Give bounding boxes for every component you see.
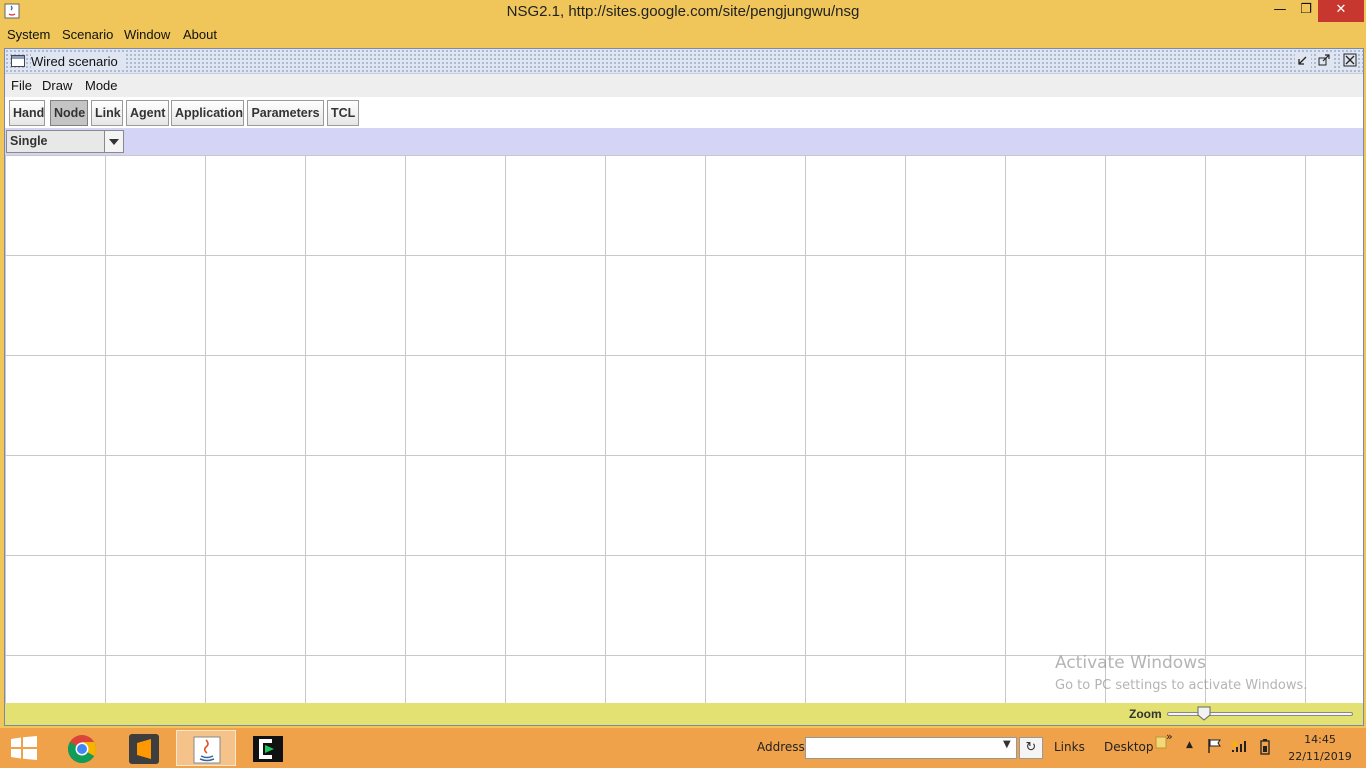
frame-title-bar: Wired scenario bbox=[5, 49, 1363, 74]
wired-scenario-frame: Wired scenario File Draw Mode Hand Node … bbox=[4, 48, 1364, 726]
refresh-icon[interactable]: ↻ bbox=[1019, 737, 1043, 759]
menu-about[interactable]: About bbox=[183, 27, 217, 42]
maximize-icon[interactable] bbox=[1316, 53, 1332, 69]
restore-button[interactable]: ❐ bbox=[1292, 0, 1320, 22]
activation-watermark: Activate Windows Go to PC settings to ac… bbox=[1055, 653, 1307, 693]
clock-time[interactable]: 14:45 bbox=[1300, 733, 1340, 746]
menu-window[interactable]: Window bbox=[124, 27, 170, 42]
frame-icon bbox=[11, 55, 25, 67]
battery-icon[interactable] bbox=[1259, 738, 1271, 758]
iconify-icon[interactable] bbox=[1295, 53, 1311, 69]
frame-title: Wired scenario bbox=[31, 54, 124, 69]
application-tool-button[interactable]: Application bbox=[171, 100, 244, 126]
taskbar-terminal[interactable] bbox=[238, 730, 298, 766]
menu-draw[interactable]: Draw bbox=[42, 78, 72, 93]
drawing-canvas[interactable] bbox=[5, 155, 1363, 703]
menu-system[interactable]: System bbox=[7, 27, 50, 42]
terminal-icon bbox=[253, 736, 283, 762]
taskbar-chrome[interactable] bbox=[52, 730, 112, 766]
network-signal-icon[interactable] bbox=[1230, 738, 1248, 758]
agent-tool-button[interactable]: Agent bbox=[126, 100, 169, 126]
taskbar-sublime[interactable] bbox=[114, 730, 174, 766]
sublime-text-icon bbox=[129, 734, 159, 764]
watermark-subtitle: Go to PC settings to activate Windows. bbox=[1055, 678, 1308, 693]
zoom-label: Zoom bbox=[1129, 707, 1162, 721]
frame-menu-bar: File Draw Mode bbox=[5, 75, 1363, 97]
taskbar-java[interactable] bbox=[176, 730, 236, 766]
main-menu-bar: System Scenario Window About bbox=[0, 24, 1366, 46]
address-dropdown-icon[interactable]: ▼ bbox=[1003, 739, 1011, 750]
parameters-tool-button[interactable]: Parameters bbox=[247, 100, 324, 126]
show-hidden-icons[interactable]: ▲ bbox=[1186, 740, 1193, 760]
windows-start-icon[interactable] bbox=[10, 736, 38, 760]
links-toolbar[interactable]: Links bbox=[1054, 740, 1085, 754]
close-icon[interactable] bbox=[1342, 53, 1358, 69]
menu-file[interactable]: File bbox=[11, 78, 32, 93]
window-title: NSG2.1, http://sites.google.com/site/pen… bbox=[506, 3, 860, 20]
toolbar-chevron-icon[interactable]: » bbox=[1166, 730, 1173, 750]
link-tool-button[interactable]: Link bbox=[91, 100, 123, 126]
chrome-icon bbox=[68, 735, 96, 763]
address-label: Address bbox=[757, 740, 805, 754]
window-title-bar: NSG2.1, http://sites.google.com/site/pen… bbox=[0, 0, 1366, 24]
tcl-tool-button[interactable]: TCL bbox=[327, 100, 359, 126]
menu-mode[interactable]: Mode bbox=[85, 78, 118, 93]
minimize-button[interactable]: — bbox=[1266, 0, 1294, 22]
action-center-flag-icon[interactable] bbox=[1207, 738, 1223, 758]
zoom-slider-thumb[interactable] bbox=[1197, 706, 1211, 721]
clock-date[interactable]: 22/11/2019 bbox=[1288, 750, 1352, 763]
zoom-slider[interactable] bbox=[1167, 706, 1353, 722]
tool-bar: Hand Node Link Agent Application Paramet… bbox=[5, 97, 1363, 128]
mode-select[interactable]: Single bbox=[6, 130, 124, 153]
java-icon bbox=[193, 736, 221, 764]
hand-tool-button[interactable]: Hand bbox=[9, 100, 45, 126]
mode-select-value: Single bbox=[10, 134, 48, 148]
desktop-toolbar[interactable]: Desktop bbox=[1104, 740, 1154, 754]
menu-scenario[interactable]: Scenario bbox=[62, 27, 113, 42]
status-bar: Zoom bbox=[5, 703, 1363, 725]
watermark-title: Activate Windows bbox=[1055, 653, 1206, 673]
node-tool-button[interactable]: Node bbox=[50, 100, 88, 126]
chevron-down-icon[interactable] bbox=[104, 131, 123, 152]
options-bar: Single bbox=[5, 128, 1363, 155]
address-input[interactable] bbox=[805, 737, 1017, 759]
taskbar: Address ▼ ↻ Links Desktop » ▲ 14:45 22/1… bbox=[0, 728, 1366, 768]
close-button[interactable]: ✕ bbox=[1318, 0, 1364, 22]
zoom-slider-track bbox=[1167, 712, 1353, 716]
